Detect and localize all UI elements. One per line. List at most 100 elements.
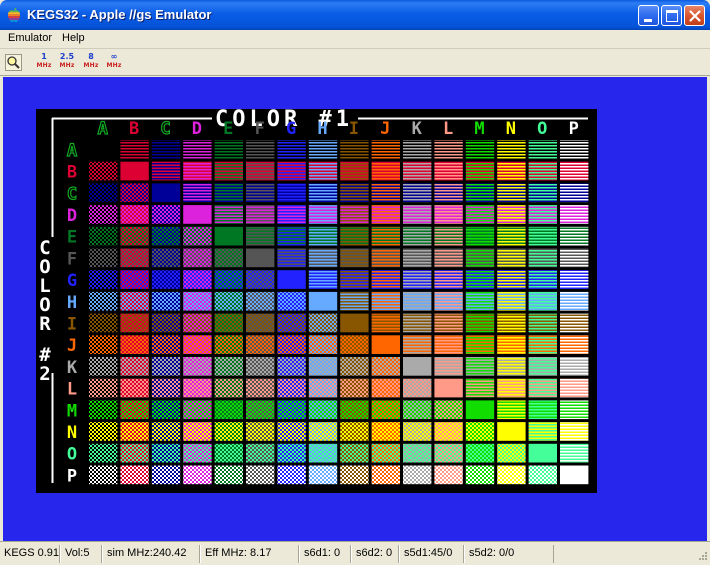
color-cell <box>277 400 306 420</box>
color-cell <box>89 335 118 354</box>
color-cell <box>214 226 243 246</box>
column-letter: P <box>569 119 579 139</box>
color-cell <box>497 313 526 333</box>
color-cell <box>89 226 118 246</box>
speed-1mhz-button[interactable]: 1 MHz <box>33 53 55 71</box>
speed-unlimited-button[interactable]: ∞ MHz <box>103 53 125 71</box>
column-letter: K <box>412 119 423 139</box>
minimize-button[interactable] <box>638 5 659 26</box>
color-cell <box>214 378 243 398</box>
color-cell <box>560 465 589 485</box>
column-letter: D <box>192 119 202 139</box>
color-cell <box>89 422 118 441</box>
column-letter: E <box>223 119 233 139</box>
color-cell <box>308 357 338 376</box>
color-cell <box>371 443 400 463</box>
color-cell <box>340 205 369 224</box>
menu-help[interactable]: Help <box>60 32 87 44</box>
speed-2-5mhz-button[interactable]: 2.5 MHz <box>56 53 78 71</box>
color-cell <box>371 313 400 333</box>
color-cell <box>89 465 118 485</box>
color-cell <box>151 400 181 420</box>
color-cell <box>560 248 589 268</box>
color-cell <box>277 465 306 485</box>
color-cell <box>371 226 400 246</box>
color-cell <box>151 183 181 203</box>
color-cell <box>403 357 432 376</box>
color-cell <box>151 205 181 224</box>
color-cell <box>120 465 149 485</box>
color-cell <box>214 161 243 181</box>
color-cell <box>89 291 118 311</box>
status-eff-mhz: Eff MHz: 8.17 <box>200 545 299 563</box>
color-cell <box>120 161 149 181</box>
color-cell <box>340 443 369 463</box>
color-cell <box>403 140 432 159</box>
color-cell <box>403 313 432 333</box>
color-cell <box>183 270 212 289</box>
color-cell <box>183 205 212 224</box>
speed-8mhz-button[interactable]: 8 MHz <box>80 53 102 71</box>
color-cell <box>371 335 400 354</box>
color-cell <box>560 183 589 203</box>
maximize-button[interactable] <box>661 5 682 26</box>
color-cell <box>528 140 557 159</box>
color-cell <box>246 400 275 420</box>
color-cell <box>308 400 338 420</box>
column-letter: L <box>443 119 453 139</box>
color-cell <box>434 291 463 311</box>
color-cell <box>434 465 463 485</box>
color-cell <box>371 270 400 289</box>
color-cell <box>528 422 557 441</box>
color-cell <box>183 226 212 246</box>
color-cell <box>277 183 306 203</box>
color-cell <box>151 140 181 159</box>
close-icon <box>689 10 701 22</box>
speed-unit: MHz <box>36 62 52 69</box>
magnifier-icon[interactable] <box>5 54 22 71</box>
color-cell <box>465 400 495 420</box>
color-grid: COLOR #1 COLOR#2 ABCDEFGHIJKLMNOP ABCDEF… <box>39 109 589 486</box>
color-cell <box>120 443 149 463</box>
color-cell <box>308 465 338 485</box>
color-cell <box>308 161 338 181</box>
color-cell <box>560 335 589 354</box>
color-cell <box>89 443 118 463</box>
color-cell <box>120 313 149 333</box>
color-cell <box>497 291 526 311</box>
color-cell <box>183 140 212 159</box>
color-cell <box>497 465 526 485</box>
row-letters: ABCDEFGHIJKLMNOP <box>66 140 78 486</box>
color-cell <box>340 161 369 181</box>
resize-grip-icon[interactable] <box>696 551 708 563</box>
color-cell <box>340 378 369 398</box>
color-cell <box>308 226 338 246</box>
side-label: COLOR#2 <box>39 237 51 385</box>
color-cell <box>89 140 118 159</box>
color-cell <box>89 400 118 420</box>
color-cell <box>120 183 149 203</box>
emulator-display[interactable]: COLOR #1 C O L O R #2 ABCDEFGHIJKLMNOP ABCDEF… <box>3 77 707 541</box>
color-cell <box>120 291 149 311</box>
status-s6d2: s6d2: 0 <box>351 545 399 563</box>
row-letter: M <box>67 401 77 421</box>
color-cell <box>277 422 306 441</box>
color-cell <box>434 400 463 420</box>
menu-emulator[interactable]: Emulator <box>6 32 54 44</box>
color-cell <box>340 335 369 354</box>
color-cell <box>151 291 181 311</box>
color-cell <box>277 205 306 224</box>
speed-unit: MHz <box>106 62 122 69</box>
color-cell <box>465 335 495 354</box>
close-button[interactable] <box>684 5 705 26</box>
color-cell <box>308 313 338 333</box>
speed-value: 1 <box>41 52 47 61</box>
color-cell <box>497 443 526 463</box>
color-cell <box>434 357 463 376</box>
color-cell <box>371 205 400 224</box>
title-bar[interactable]: KEGS32 - Apple //gs Emulator <box>0 0 710 30</box>
color-cell <box>340 140 369 159</box>
color-cell <box>151 313 181 333</box>
color-cell <box>120 248 149 268</box>
color-cell <box>151 443 181 463</box>
